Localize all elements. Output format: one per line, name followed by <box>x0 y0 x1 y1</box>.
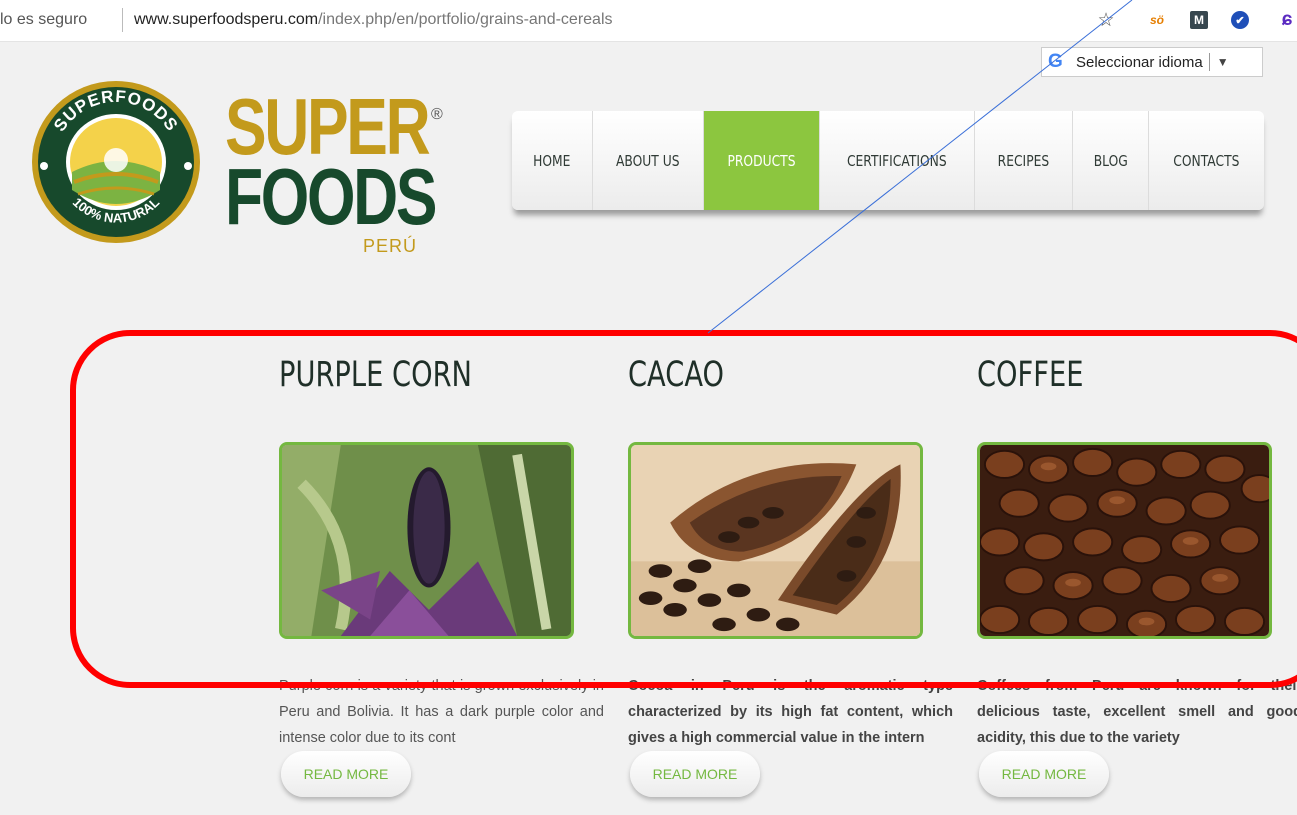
read-more-label: READ MORE <box>1001 766 1087 782</box>
nav-recipes-label: RECIPES <box>997 151 1050 170</box>
url-field[interactable]: www.superfoodsperu.com/index.php/en/port… <box>134 11 613 29</box>
extension-m-icon[interactable]: M <box>1190 11 1208 29</box>
nav-products-label: PRODUCTS <box>727 151 796 170</box>
language-selector[interactable]: G Seleccionar idioma ▼ <box>1041 47 1263 77</box>
nav-home[interactable]: HOME <box>512 111 593 210</box>
google-g-icon: G <box>1048 51 1063 72</box>
brand-peru-text: PERÚ <box>363 236 418 256</box>
bookmark-star-icon[interactable]: ☆ <box>1096 10 1116 31</box>
nav-about-us-label: ABOUT US <box>616 151 680 170</box>
browser-address-bar[interactable]: lo es seguro www.superfoodsperu.com/inde… <box>0 0 1297 42</box>
extension-check-icon[interactable]: ✔ <box>1231 11 1249 29</box>
nav-home-label: HOME <box>533 151 571 170</box>
url-path: /index.php/en/portfolio/grains-and-cerea… <box>318 11 613 28</box>
nav-blog-label: BLOG <box>1093 151 1128 170</box>
read-more-label: READ MORE <box>303 766 389 782</box>
nav-certifications-label: CERTIFICATIONS <box>847 151 947 170</box>
security-indicator[interactable]: lo es seguro <box>0 11 87 29</box>
address-separator <box>122 8 123 32</box>
nav-products[interactable]: PRODUCTS <box>704 111 820 210</box>
read-more-label: READ MORE <box>652 766 738 782</box>
nav-blog[interactable]: BLOG <box>1073 111 1149 210</box>
nav-recipes[interactable]: RECIPES <box>975 111 1073 210</box>
brand-foods-text: FOODS <box>225 152 438 241</box>
url-host: www.superfoodsperu.com <box>134 11 319 28</box>
nav-certifications[interactable]: CERTIFICATIONS <box>820 111 975 210</box>
read-more-button[interactable]: READ MORE <box>630 751 760 797</box>
main-navigation: HOME ABOUT US PRODUCTS CERTIFICATIONS RE… <box>512 111 1264 210</box>
read-more-button[interactable]: READ MORE <box>979 751 1109 797</box>
read-more-button[interactable]: READ MORE <box>281 751 411 797</box>
registered-mark: ® <box>431 106 443 123</box>
language-selector-divider <box>1208 53 1210 71</box>
extension-so-icon[interactable]: sö <box>1147 10 1167 30</box>
nav-contacts[interactable]: CONTACTS <box>1149 111 1264 210</box>
nav-contacts-label: CONTACTS <box>1173 151 1240 170</box>
nav-about-us[interactable]: ABOUT US <box>593 111 704 210</box>
extension-e-icon[interactable]: ɕ <box>1277 9 1297 30</box>
annotation-red-highlight <box>70 330 1297 688</box>
superfoods-badge-logo[interactable]: SUPERFOODS 100% NATURAL <box>30 80 202 245</box>
language-selector-label: Seleccionar idioma <box>1076 53 1203 71</box>
dropdown-arrow-icon: ▼ <box>1216 55 1229 69</box>
